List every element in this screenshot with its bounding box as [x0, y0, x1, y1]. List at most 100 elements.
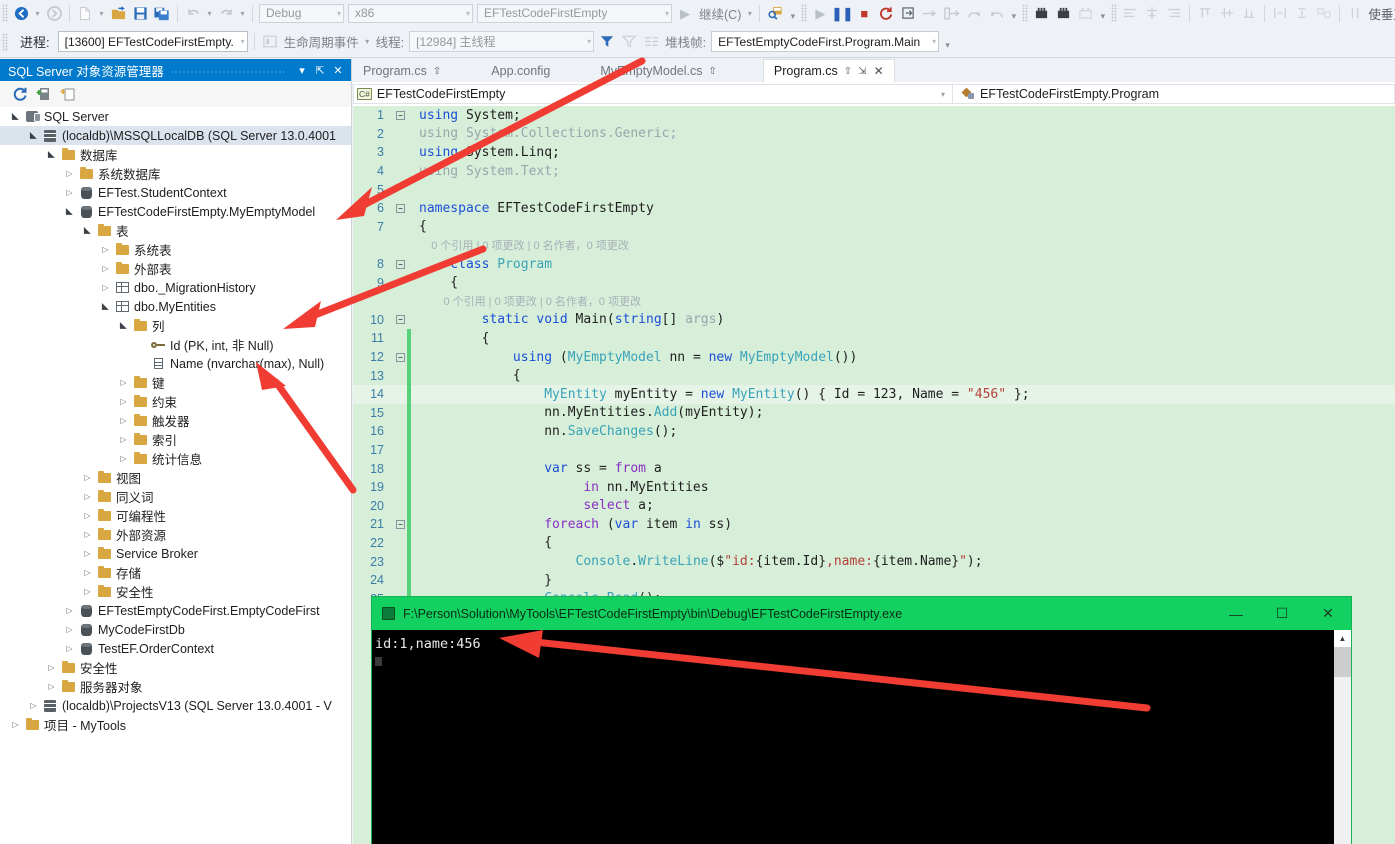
expander-collapsed-icon[interactable]: ▷	[116, 416, 131, 425]
back-dropdown-icon[interactable]: ▾	[32, 3, 43, 23]
chevron-down-icon[interactable]: ▾	[293, 64, 311, 77]
tree-node[interactable]: ▷ TestEF.OrderContext	[0, 639, 351, 658]
codelens-row[interactable]: 0 个引用 | 0 项更改 | 0 名作者，0 项更改	[353, 236, 1395, 255]
refresh-icon[interactable]	[8, 84, 32, 104]
stop-icon[interactable]: ■	[853, 3, 875, 23]
tree-node[interactable]: ▷ 键	[0, 373, 351, 392]
tree-node[interactable]: ▷ 存储	[0, 563, 351, 582]
fold-collapse-icon[interactable]	[393, 519, 407, 529]
scroll-up-icon[interactable]: ▲	[1334, 630, 1351, 647]
tree-node[interactable]: Name (nvarchar(max), Null)	[0, 354, 351, 373]
fold-collapse-icon[interactable]	[393, 110, 407, 120]
tree-node[interactable]: ◢ EFTestCodeFirstEmpty.MyEmptyModel	[0, 202, 351, 221]
pause-icon[interactable]: ❚❚	[831, 3, 853, 23]
member-dropdown[interactable]: EFTestCodeFirstEmpty.Program	[953, 84, 1395, 104]
restart-icon[interactable]	[875, 3, 897, 23]
console-title-bar[interactable]: F:\Person\Solution\MyTools\EFTestCodeFir…	[372, 597, 1351, 630]
pin-icon[interactable]: ⇧	[433, 66, 441, 77]
save-all-icon[interactable]	[151, 3, 173, 23]
scrollbar-thumb[interactable]	[1334, 647, 1351, 677]
stack-frame-combo[interactable]: EFTestEmptyCodeFirst.Program.Main ▾	[711, 31, 940, 52]
namespace-dropdown[interactable]: C# EFTestCodeFirstEmpty ▾	[353, 84, 953, 104]
find-options-dropdown-icon[interactable]: ▾	[786, 2, 799, 24]
expander-collapsed-icon[interactable]: ▷	[62, 169, 77, 178]
toolbar-grip[interactable]	[2, 4, 8, 22]
editor-tab[interactable]: App.config	[481, 60, 561, 82]
tree-node[interactable]: ▷ Service Broker	[0, 544, 351, 563]
expander-collapsed-icon[interactable]: ▷	[116, 378, 131, 387]
new-file-icon[interactable]	[74, 3, 96, 23]
close-button[interactable]: ✕	[1305, 597, 1351, 630]
pin-icon[interactable]: ⇧	[708, 66, 716, 77]
expander-collapsed-icon[interactable]: ▷	[80, 568, 95, 577]
fold-collapse-icon[interactable]	[393, 259, 407, 269]
breakpoint-icon[interactable]	[1030, 3, 1052, 23]
tree-node[interactable]: ▷ 触发器	[0, 411, 351, 430]
expander-expanded-icon[interactable]: ◢	[82, 223, 93, 238]
expander-expanded-icon[interactable]: ◢	[28, 128, 39, 143]
step-options-dropdown-icon[interactable]: ▾	[1007, 2, 1020, 24]
debug-toolbar-grip[interactable]	[2, 32, 8, 51]
continue-dropdown-icon[interactable]: ▾	[744, 3, 755, 23]
tree-node[interactable]: ▷ dbo._MigrationHistory	[0, 278, 351, 297]
platform-combo[interactable]: x86 ▾	[348, 3, 473, 23]
tree-node[interactable]: ▷ 系统表	[0, 240, 351, 259]
minimize-button[interactable]: —	[1213, 597, 1259, 630]
redo-icon[interactable]	[215, 3, 237, 23]
expander-collapsed-icon[interactable]: ▷	[80, 530, 95, 539]
console-scrollbar[interactable]: ▲	[1334, 630, 1351, 844]
tree-node[interactable]: ▷ 外部表	[0, 259, 351, 278]
tree-node[interactable]: ▷ 索引	[0, 430, 351, 449]
console-output-area[interactable]: id:1,name:456	[372, 630, 1351, 844]
editor-tab[interactable]: Program.cs ⇧	[353, 60, 452, 82]
redo-dropdown-icon[interactable]: ▾	[237, 3, 248, 23]
debug-toolbar-overflow-icon[interactable]: ▾	[941, 31, 954, 53]
thread-combo[interactable]: [12984] 主线程 ▾	[409, 31, 595, 52]
tree-node[interactable]: ▷ 外部资源	[0, 525, 351, 544]
tree-node[interactable]: ◢ 数据库	[0, 145, 351, 164]
tree-node[interactable]: ▷ EFTestEmptyCodeFirst.EmptyCodeFirst	[0, 601, 351, 620]
toolbar-grip-2[interactable]	[801, 4, 808, 22]
new-query-icon[interactable]	[56, 84, 80, 104]
expander-collapsed-icon[interactable]: ▷	[44, 682, 59, 691]
save-icon[interactable]	[129, 3, 151, 23]
tree-node[interactable]: ▷ 安全性	[0, 658, 351, 677]
tree-node[interactable]: ▷ EFTest.StudentContext	[0, 183, 351, 202]
vertical-spacing-label[interactable]: 使垂直间距	[1366, 4, 1395, 23]
expander-collapsed-icon[interactable]: ▷	[80, 473, 95, 482]
expander-collapsed-icon[interactable]: ▷	[98, 245, 113, 254]
tree-node[interactable]: ▷ 统计信息	[0, 449, 351, 468]
tree-node[interactable]: ◢ dbo.MyEntities	[0, 297, 351, 316]
expander-collapsed-icon[interactable]: ▷	[116, 454, 131, 463]
tree-node[interactable]: ◢ 表	[0, 221, 351, 240]
expander-expanded-icon[interactable]: ◢	[100, 299, 111, 314]
expander-expanded-icon[interactable]: ◢	[10, 109, 21, 124]
toolbar-grip-3[interactable]	[1022, 4, 1029, 22]
maximize-button[interactable]: ☐	[1259, 597, 1305, 630]
codelens-row[interactable]: 0 个引用 | 0 项更改 | 0 名作者，0 项更改	[353, 292, 1395, 311]
expander-collapsed-icon[interactable]: ▷	[62, 188, 77, 197]
expander-collapsed-icon[interactable]: ▷	[62, 606, 77, 615]
tree-node[interactable]: ▷ 同义词	[0, 487, 351, 506]
pin-icon[interactable]: ⇧	[844, 66, 852, 77]
expander-collapsed-icon[interactable]: ▷	[62, 625, 77, 634]
continue-label[interactable]: 继续(C)	[696, 4, 744, 23]
expander-collapsed-icon[interactable]: ▷	[80, 549, 95, 558]
tree-node[interactable]: ▷ 系统数据库	[0, 164, 351, 183]
tree-node[interactable]: ◢ SQL Server	[0, 107, 351, 126]
add-sql-server-icon[interactable]	[32, 84, 56, 104]
editor-tab[interactable]: Program.cs ⇧ ⇲ ✕	[762, 59, 895, 82]
new-file-dropdown-icon[interactable]: ▾	[96, 3, 107, 23]
fold-collapse-icon[interactable]	[393, 352, 407, 362]
configuration-combo[interactable]: Debug ▾	[259, 3, 344, 23]
tree-node[interactable]: ▷ 视图	[0, 468, 351, 487]
expander-collapsed-icon[interactable]: ▷	[98, 264, 113, 273]
close-icon[interactable]: ✕	[874, 64, 884, 78]
object-explorer-tree[interactable]: ◢ SQL Server ◢ (localdb)\MSSQLLocalDB (SQL …	[0, 107, 351, 844]
tree-node[interactable]: ▷ MyCodeFirstDb	[0, 620, 351, 639]
toolbar-grip-4[interactable]	[1111, 4, 1118, 22]
close-icon[interactable]: ✕	[329, 64, 347, 77]
expander-collapsed-icon[interactable]: ▷	[98, 283, 113, 292]
undo-icon[interactable]	[182, 3, 204, 23]
breakpoint-delete-icon[interactable]	[1052, 3, 1074, 23]
